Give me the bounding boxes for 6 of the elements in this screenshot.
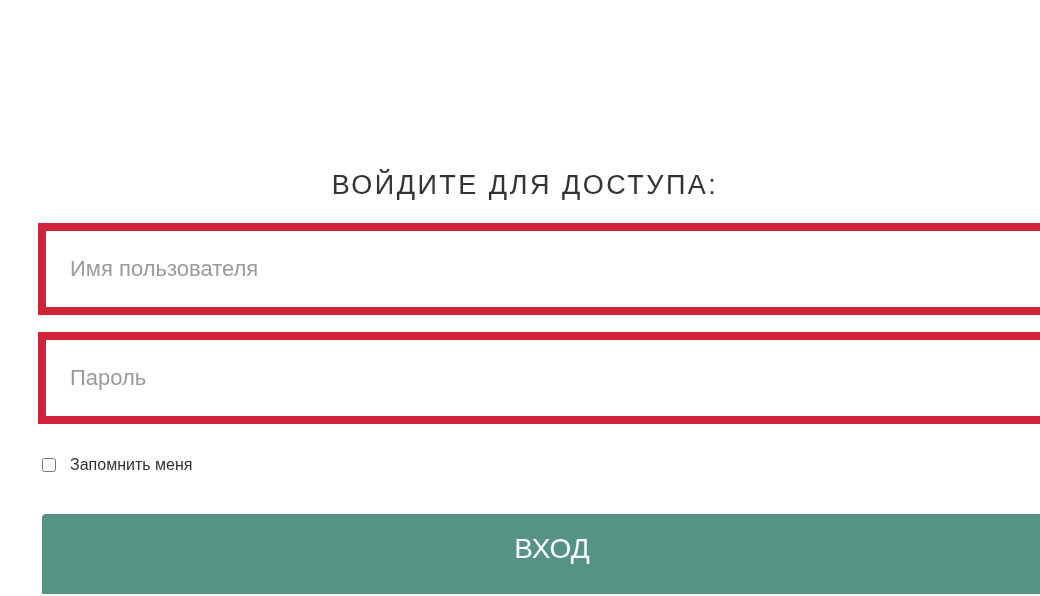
login-button[interactable]: ВХОД: [42, 514, 1040, 594]
input-field[interactable]: Имя пользователя: [38, 223, 1040, 315]
login-heading: ВОЙДИТЕ ДЛЯ ДОСТУПА:: [331, 168, 719, 202]
remember-checkbox[interactable]: [42, 458, 56, 472]
input-field[interactable]: Пароль: [38, 332, 1040, 424]
remember-label: Запомнить меня: [70, 456, 193, 474]
